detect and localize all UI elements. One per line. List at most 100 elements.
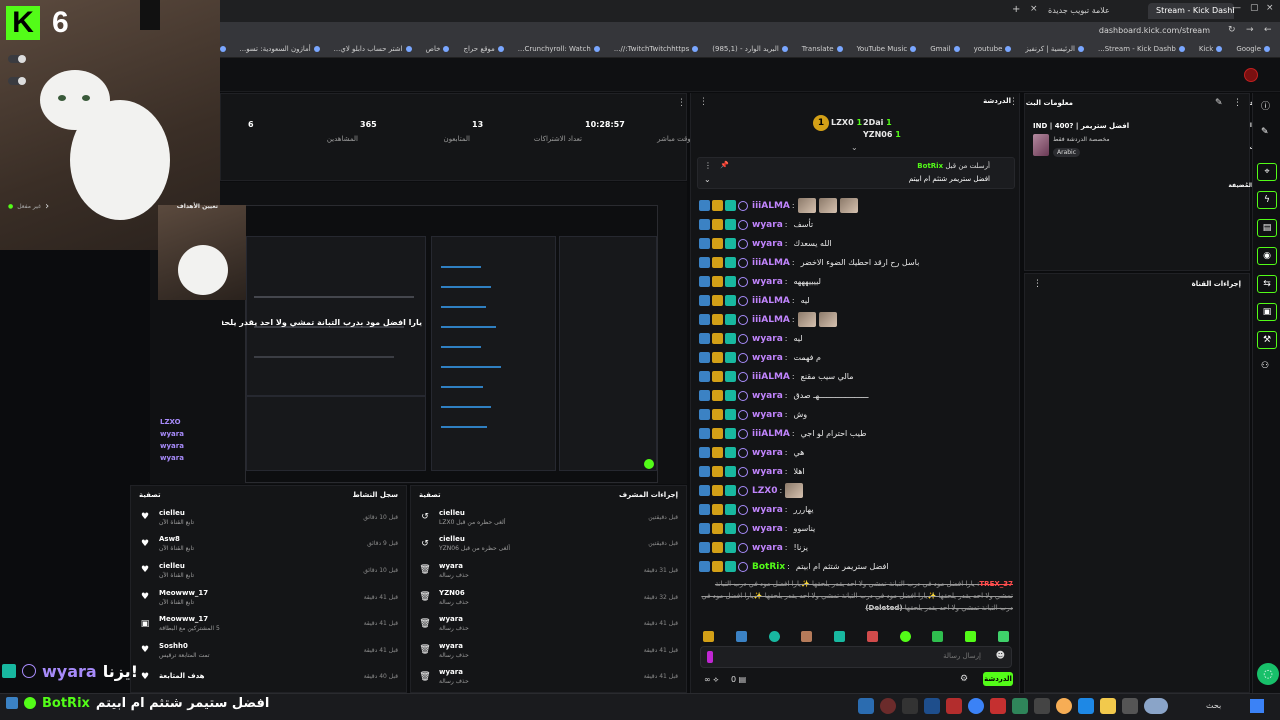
taskbar-app-icon[interactable] (946, 698, 962, 714)
chat-username[interactable]: wyara (752, 505, 783, 515)
chat-bubble-icon[interactable]: ◉ (1257, 247, 1277, 265)
close-tab-icon[interactable]: × (1030, 4, 1038, 14)
support-chat-icon[interactable]: ◌ (1257, 663, 1279, 685)
url-input[interactable]: dashboard.kick.com/stream (1099, 25, 1210, 37)
log-row[interactable]: 🗑 wyara حذف رسالة قبل 41 دقيقة (411, 664, 686, 691)
chat-username[interactable]: wyara (752, 448, 783, 458)
chat-username[interactable]: iiiALMA (752, 315, 790, 325)
taskbar-search[interactable]: بحث (1206, 701, 1221, 710)
bookmark-item[interactable]: اشتر حساب دابلو لاي... (334, 45, 412, 53)
emote-icon[interactable] (703, 631, 714, 642)
chat-username[interactable]: wyara (752, 543, 783, 553)
log-username[interactable]: Meowww_17 (159, 589, 356, 597)
taskbar-app-icon[interactable] (1122, 698, 1138, 714)
chat-settings-icon[interactable]: ⚙ (960, 674, 968, 684)
log-username[interactable]: cielleu (439, 509, 640, 517)
log-row[interactable]: ♥ cielleu تابع القناة الآن قبل 10 دقائق (131, 557, 406, 584)
log-row[interactable]: ♥ Asw8 تابع القناة الآن قبل 9 دقائق (131, 531, 406, 558)
log-row[interactable]: ♥ Meowww_17 تابع القناة الآن قبل 41 دقيقة (131, 584, 406, 611)
taskbar-app-icon[interactable] (924, 698, 940, 714)
chat-message[interactable]: wyara: وش (691, 405, 1021, 424)
log-username[interactable]: wyara (439, 615, 636, 623)
new-tab-icon[interactable]: + (1012, 4, 1020, 15)
user-avatar[interactable] (1244, 68, 1258, 82)
chat-message[interactable]: iiiALMA: باسل رح ارقد احطيك الضوء الاخضر (691, 253, 1021, 272)
window-icon[interactable]: ▣ (1257, 303, 1277, 321)
chat-username[interactable]: wyara (752, 410, 783, 420)
log-row[interactable]: 🗑 wyara حذف رسالة قبل 41 دقيقة (411, 610, 686, 637)
unpin-icon[interactable]: 📌 (720, 161, 729, 169)
chat-collapse-icon[interactable]: ⋮ (1009, 97, 1018, 107)
people-icon[interactable]: ⚇ (1261, 361, 1269, 371)
taskbar-folder-icon[interactable] (1100, 698, 1116, 714)
chat-message[interactable]: wyara: هي (691, 443, 1021, 462)
chat-username[interactable]: wyara (752, 467, 783, 477)
chat-username[interactable]: wyara (752, 239, 783, 249)
log-row[interactable]: ▣ Meowww_17 5 المشتركين مع البطاقة قبل 41 د… (131, 610, 406, 637)
tab-stream-dashboard[interactable]: Stream - Kick Dashboard (1148, 3, 1234, 19)
chat-username[interactable]: wyara (752, 391, 783, 401)
chat-username[interactable]: LZX0 (752, 486, 777, 496)
toggle-switch[interactable] (8, 77, 26, 85)
log-username[interactable]: Meowww_17 (159, 615, 356, 623)
bookmark-item[interactable]: موقع حراج (463, 45, 504, 53)
log-row[interactable]: ↺ cielleu ألغى حظره من قبل LZX0 قبل دقيقتين (411, 504, 686, 531)
chat-message[interactable]: wyara: يهاررر (691, 500, 1021, 519)
bookmark-item[interactable]: البريد الوارد - (985,1) (712, 45, 788, 53)
chat-message[interactable]: iiiALMA: ليه (691, 291, 1021, 310)
chat-username[interactable]: wyara (752, 277, 783, 287)
chat-message[interactable]: iiiALMA: (691, 196, 1021, 215)
chat-message[interactable]: wyara: يزنا! (691, 538, 1021, 557)
log-row[interactable]: 🗑 wyara حذف رسالة قبل 41 دقيقة (411, 637, 686, 664)
bookmark-item[interactable]: أمازون السعودية: تسو... (240, 45, 320, 53)
bookmark-item[interactable]: Crunchyroll: Watch... (518, 45, 600, 53)
taskbar-app-icon[interactable] (880, 698, 896, 714)
pen-icon[interactable]: ✎ (1261, 127, 1269, 137)
emote-icon[interactable] (899, 631, 911, 642)
log-username[interactable]: Soshh0 (159, 642, 356, 650)
mic-icon[interactable] (707, 651, 713, 663)
pinned-message[interactable]: أرسلت من قبل BotRix افضل ستريمر شتثم ام … (697, 157, 1015, 189)
bookmark-item[interactable]: youtube (974, 45, 1012, 53)
chat-message[interactable]: wyara: يناسوو (691, 519, 1021, 538)
toggle-switch[interactable] (8, 55, 26, 63)
maximize-icon[interactable]: ▢ (1250, 3, 1259, 13)
log-username[interactable]: YZN06 (439, 589, 636, 597)
chat-username[interactable]: iiiALMA (752, 296, 790, 306)
edit-icon[interactable]: ✎ (1215, 98, 1223, 108)
emoji-picker-icon[interactable]: ☻ (996, 651, 1005, 661)
stream-info-menu-icon[interactable]: ⋮ (1233, 98, 1242, 108)
log-row[interactable]: ♥ هدف المتابعة قبل 40 دقيقة (131, 664, 406, 691)
windows-start-icon[interactable] (1250, 699, 1264, 713)
chat-username[interactable]: wyara (752, 353, 783, 363)
taskbar-app-icon[interactable] (1034, 698, 1050, 714)
log-username[interactable]: Asw8 (159, 535, 359, 543)
forward-icon[interactable]: ← (1264, 25, 1272, 35)
log-username[interactable]: wyara (439, 668, 636, 676)
chat-input[interactable]: إرسال رسالة ☻ (700, 646, 1012, 668)
emote-icon[interactable] (735, 631, 747, 642)
log-row[interactable]: ♥ cielleu تابع القناة الآن قبل 10 دقائق (131, 504, 406, 531)
chat-menu-icon[interactable]: ⋮ (699, 97, 708, 107)
document-icon[interactable]: ▤ (1257, 219, 1277, 237)
chat-message[interactable]: wyara: ـــــــــــــــــــــهـ صدق (691, 386, 1021, 405)
chat-message[interactable]: wyara: لييييهههه (691, 272, 1021, 291)
pin-icon[interactable]: ⋮ (704, 161, 712, 170)
log-username[interactable]: cielleu (159, 562, 355, 570)
chat-message[interactable]: wyara: اهلا (691, 462, 1021, 481)
mod-actions-filter-button[interactable]: تصفية (419, 486, 441, 504)
chat-message[interactable]: wyara: م فهمت (691, 348, 1021, 367)
bolt-icon[interactable]: ϟ (1257, 191, 1277, 209)
taskbar-app-icon[interactable] (1012, 698, 1028, 714)
taskbar-widget-icon[interactable] (1144, 698, 1168, 714)
taskbar-app-icon[interactable] (1078, 698, 1094, 714)
channel-actions-menu-icon[interactable]: ⋮ (1033, 279, 1042, 289)
emote-icon[interactable] (932, 631, 944, 642)
chat-username[interactable]: wyara (752, 220, 783, 230)
chat-message[interactable]: wyara: ليه (691, 329, 1021, 348)
chat-message[interactable]: LZX0: (691, 481, 1021, 500)
log-username[interactable]: cielleu (439, 535, 640, 543)
chat-username[interactable]: iiiALMA (752, 201, 790, 211)
log-row[interactable]: 🗑 YZN06 حذف رسالة قبل 32 دقيقة (411, 584, 686, 611)
chat-message[interactable]: iiiALMA: مالي سيب مقنع (691, 367, 1021, 386)
